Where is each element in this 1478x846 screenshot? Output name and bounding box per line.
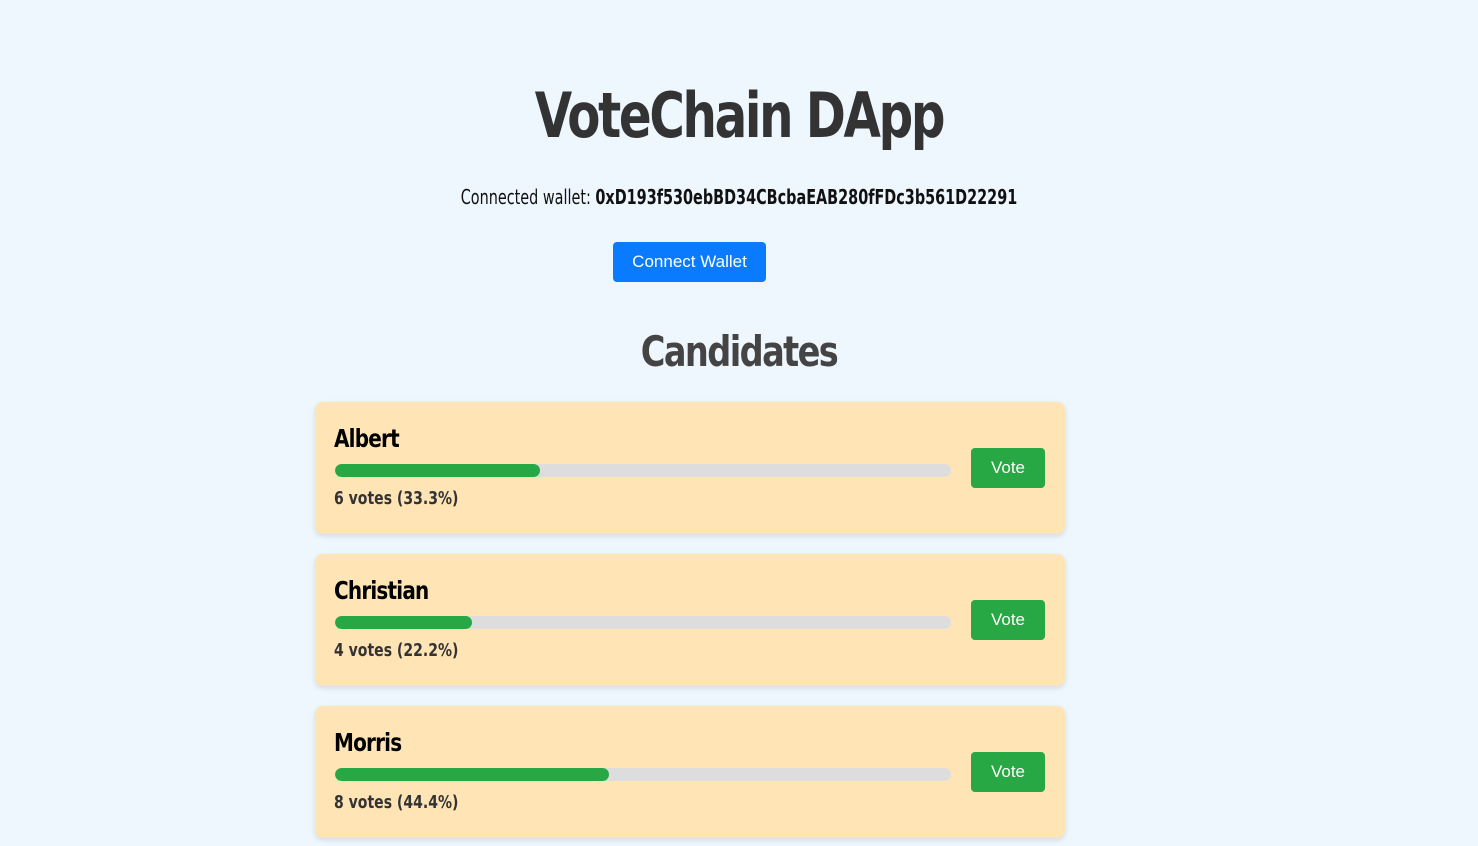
candidate-name: Morris bbox=[334, 728, 402, 757]
vote-progress-bar bbox=[335, 768, 951, 781]
vote-button[interactable]: Vote bbox=[971, 448, 1045, 488]
candidates-heading: Candidates bbox=[640, 327, 839, 376]
vote-progress-bar bbox=[335, 464, 951, 477]
vote-button[interactable]: Vote bbox=[971, 752, 1045, 792]
vote-button[interactable]: Vote bbox=[971, 600, 1045, 640]
page: VoteChain DApp Connected wallet: 0xD193f… bbox=[0, 0, 1478, 846]
vote-progress-bar bbox=[335, 616, 951, 629]
vote-progress-fill bbox=[335, 768, 609, 781]
vote-count: 4 votes (22.2%) bbox=[334, 640, 459, 661]
candidate-card-christian: Christian 4 votes (22.2%) Vote bbox=[315, 554, 1065, 686]
candidate-name: Christian bbox=[334, 576, 429, 605]
connect-wallet-button[interactable]: Connect Wallet bbox=[613, 242, 766, 282]
connected-wallet-info: Connected wallet: 0xD193f530ebBD34CBcbaE… bbox=[207, 184, 1271, 210]
candidate-card-albert: Albert 6 votes (33.3%) Vote bbox=[315, 402, 1065, 534]
vote-count: 6 votes (33.3%) bbox=[334, 488, 459, 509]
page-title: VoteChain DApp bbox=[534, 79, 946, 152]
wallet-label: Connected wallet: bbox=[460, 185, 591, 209]
wallet-address: 0xD193f530ebBD34CBcbaEAB280fFDc3b561D222… bbox=[595, 185, 1018, 209]
vote-progress-fill bbox=[335, 464, 541, 477]
candidate-card-morris: Morris 8 votes (44.4%) Vote bbox=[315, 706, 1065, 838]
candidate-name: Albert bbox=[334, 424, 400, 453]
vote-count: 8 votes (44.4%) bbox=[334, 792, 459, 813]
vote-progress-fill bbox=[335, 616, 472, 629]
